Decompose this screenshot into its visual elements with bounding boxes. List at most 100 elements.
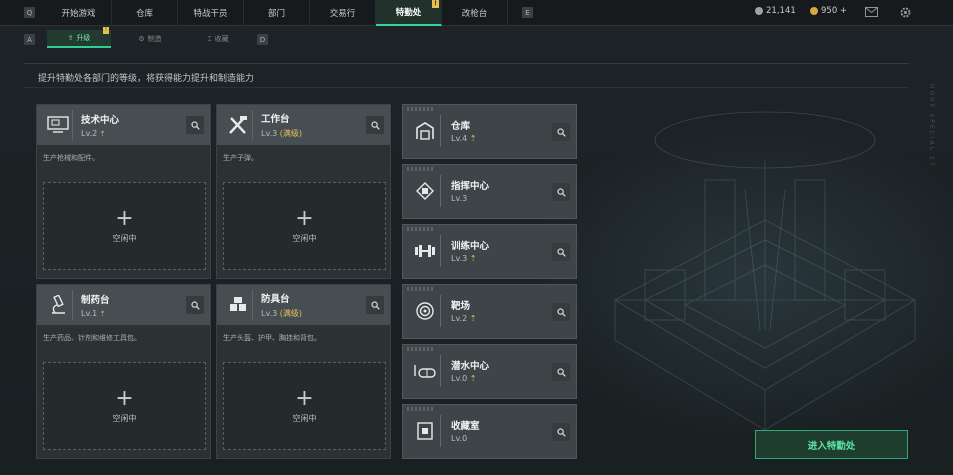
production-slot[interactable]: + 空闲中 (43, 362, 206, 450)
enter-special-ops-button[interactable]: 进入特勤处 (755, 430, 908, 459)
facility-level: Lv.3 ⇡ (451, 254, 477, 263)
facility-training-center[interactable]: 训练中心 Lv.3 ⇡ (402, 224, 577, 279)
card-header: 制药台 Lv.1 ⇡ (37, 285, 210, 325)
upgrade-arrow-icon: ⇡ (469, 374, 477, 383)
armor-icon (223, 290, 253, 320)
search-icon (190, 300, 200, 310)
alert-badge: ! (103, 27, 109, 34)
tab-start-game[interactable]: 开始游戏 (46, 0, 112, 26)
search-icon (370, 300, 380, 310)
search-button[interactable] (552, 123, 570, 141)
facility-collection-room[interactable]: 收藏室 Lv.0 (402, 404, 577, 459)
tab-gunsmith[interactable]: 改枪台 (442, 0, 508, 26)
coin-icon (755, 7, 763, 15)
workshop-description: 生产枪械和配件。 (43, 154, 99, 162)
workshop-level: Lv.1 ⇡ (81, 309, 106, 318)
card-header: 技术中心 Lv.2 ⇡ (37, 105, 210, 145)
chip-icon (409, 175, 441, 207)
subtab-collection[interactable]: ⌶ 收藏 (186, 30, 250, 48)
facility-level: Lv.2 ⇡ (451, 314, 477, 323)
workshop-name: 制药台 (81, 295, 110, 306)
coin-amount: 21,141 (766, 6, 796, 16)
mail-icon[interactable] (864, 5, 878, 19)
tab-market[interactable]: 交易行 (310, 0, 376, 26)
search-button[interactable] (552, 423, 570, 441)
tools-icon (223, 110, 253, 140)
nav-next-key[interactable]: E (522, 7, 533, 18)
facility-name: 潜水中心 (451, 361, 490, 372)
workshop-name: 防具台 (261, 294, 290, 305)
upgrade-arrow-icon: ⇡ (469, 254, 477, 263)
workshop-card-armor-bench[interactable]: 防具台 Lv.3 (满级) 生产头盔、护甲、胸挂和背包。 + 空闲中 (216, 284, 391, 459)
facility-name: 靶场 (451, 301, 471, 312)
search-button[interactable] (552, 363, 570, 381)
workshop-level: Lv.3 (满级) (261, 309, 302, 318)
card-header: 防具台 Lv.3 (满级) (217, 285, 390, 325)
gear-icon[interactable] (898, 5, 912, 19)
subtab-upgrade[interactable]: ⇪ 升级 ! (47, 27, 111, 48)
search-icon (556, 367, 566, 377)
warehouse-icon (409, 115, 441, 147)
production-slot[interactable]: + 空闲中 (223, 182, 386, 270)
add-icon: + (115, 385, 134, 411)
production-slot[interactable]: + 空闲中 (43, 182, 206, 270)
facility-level: Lv.4 ⇡ (451, 134, 477, 143)
facility-level: Lv.3 (451, 194, 468, 203)
target-icon (409, 295, 441, 327)
search-icon (556, 247, 566, 257)
workshop-card-workbench[interactable]: 工作台 Lv.3 (满级) 生产子弹。 + 空闲中 (216, 104, 391, 279)
subnav-next-key[interactable]: D (257, 34, 268, 45)
computer-icon (43, 110, 73, 140)
search-icon (190, 120, 200, 130)
search-icon (370, 120, 380, 130)
facility-shooting-range[interactable]: 靶场 Lv.2 ⇡ (402, 284, 577, 339)
tab-operators[interactable]: 特战干员 (178, 0, 244, 26)
search-icon (556, 127, 566, 137)
facility-diving-center[interactable]: 潜水中心 Lv.0 ⇡ (402, 344, 577, 399)
search-button[interactable] (366, 116, 384, 134)
nav-prev-key[interactable]: Q (24, 7, 35, 18)
microscope-icon (43, 290, 73, 320)
subtab-craft[interactable]: ⚙ 制造 (118, 30, 182, 48)
slot-status: 空闲中 (292, 413, 317, 423)
workshop-description: 生产药品、针剂和维修工具包。 (43, 334, 141, 342)
diving-mask-icon (409, 355, 441, 387)
alert-badge: ! (432, 0, 439, 8)
subnav-prev-key[interactable]: A (24, 34, 35, 45)
search-button[interactable] (186, 116, 204, 134)
facility-command-center[interactable]: 指挥中心 Lv.3 (402, 164, 577, 219)
workshop-level: Lv.2 ⇡ (81, 129, 106, 138)
top-navigation-bar: Q 开始游戏 仓库 特战干员 部门 交易行 特勤处! 改枪台 E 21,141 … (0, 0, 953, 26)
search-button[interactable] (552, 183, 570, 201)
add-icon: + (115, 205, 134, 231)
search-button[interactable] (552, 303, 570, 321)
tab-departments[interactable]: 部门 (244, 0, 310, 26)
divider (24, 87, 909, 88)
workshop-card-pharmacy[interactable]: 制药台 Lv.1 ⇡ 生产药品、针剂和维修工具包。 + 空闲中 (36, 284, 211, 459)
workshop-name: 工作台 (261, 114, 290, 125)
upgrade-arrow-icon: ⇡ (99, 130, 106, 138)
search-button[interactable] (552, 243, 570, 261)
search-icon (556, 307, 566, 317)
tab-warehouse[interactable]: 仓库 (112, 0, 178, 26)
workshop-level: Lv.3 (满级) (261, 129, 302, 138)
slot-status: 空闲中 (112, 413, 137, 423)
workshop-card-tech-center[interactable]: 技术中心 Lv.2 ⇡ 生产枪械和配件。 + 空闲中 (36, 104, 211, 279)
search-icon (556, 427, 566, 437)
search-button[interactable] (366, 296, 384, 314)
tab-special-ops[interactable]: 特勤处! (376, 0, 442, 26)
search-button[interactable] (186, 296, 204, 314)
add-icon: + (295, 385, 314, 411)
premium-amount: 950 + (821, 6, 848, 16)
production-slot[interactable]: + 空闲中 (223, 362, 386, 450)
facility-warehouse[interactable]: 仓库 Lv.4 ⇡ (402, 104, 577, 159)
facility-name: 仓库 (451, 121, 471, 132)
add-icon: + (295, 205, 314, 231)
card-header: 工作台 Lv.3 (满级) (217, 105, 390, 145)
currency-premium[interactable]: 950 + (810, 6, 847, 16)
facility-name: 指挥中心 (451, 181, 490, 192)
slot-status: 空闲中 (112, 233, 137, 243)
divider (24, 63, 909, 64)
sub-tabs-bar: A ⇪ 升级 ! ⚙ 制造 ⌶ 收藏 D (0, 27, 953, 50)
collection-case-icon (409, 415, 441, 447)
